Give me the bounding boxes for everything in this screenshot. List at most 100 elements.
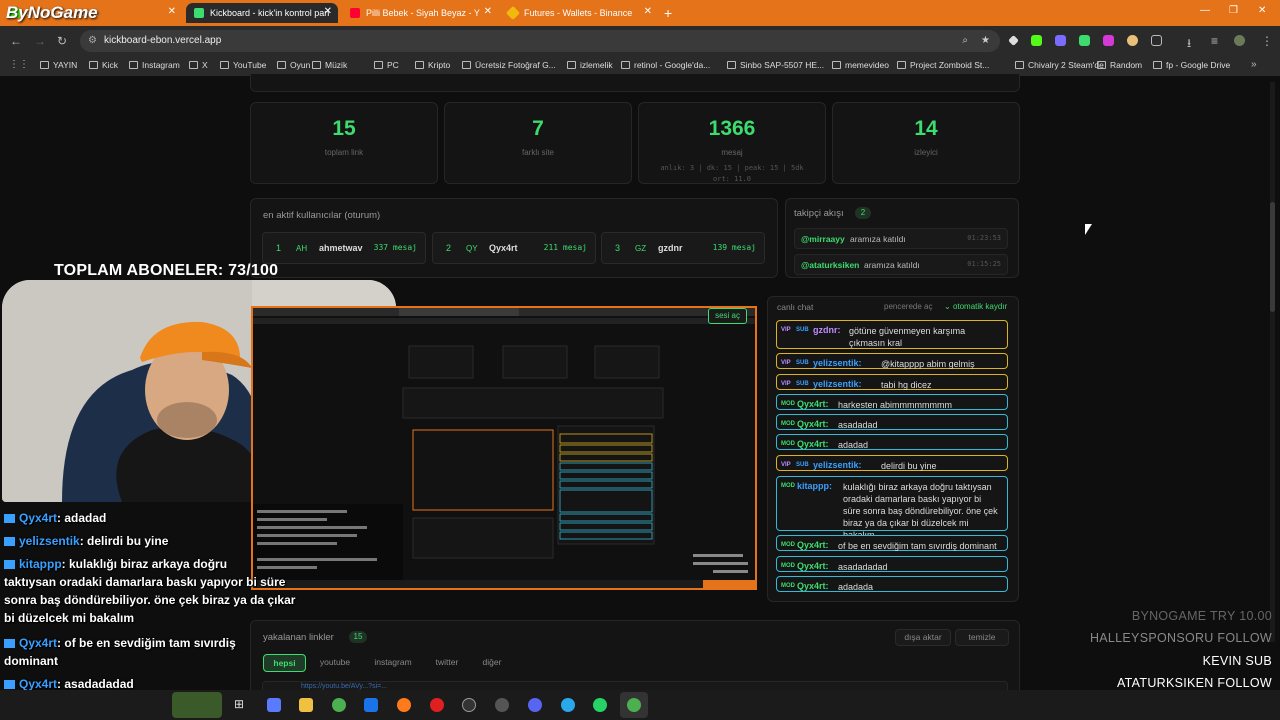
filter-all[interactable]: hepsi [263,654,306,672]
youtube-icon [350,8,360,18]
overlay-chat-text: : asadadadad [57,677,134,691]
url-bar[interactable]: ⚙ kickboard-ebon.vercel.app ⌕ ★ [80,30,1000,52]
unmute-badge[interactable]: sesi aç [708,308,747,324]
bookmark-item[interactable]: X [189,60,208,70]
mail-icon[interactable] [364,698,378,712]
bookmark-item[interactable]: Sinbo SAP-5507 HE... [727,60,824,70]
media-icon[interactable]: ≡ [1211,34,1218,48]
extension-icon[interactable] [1055,35,1066,46]
autoscroll-toggle[interactable]: ⌄ otomatik kaydır [944,302,1007,311]
more-bookmarks-icon[interactable]: » [1251,59,1257,70]
bookmark-item[interactable]: YouTube [220,60,266,70]
bookmark-item[interactable]: Kripto [415,60,450,70]
follower-feed-title: takipçi akışı [794,208,844,219]
follower-event: aramıza katıldı [850,234,906,244]
reload-icon[interactable]: ↻ [57,34,67,48]
minimize-icon[interactable]: — [1200,5,1210,16]
filter-instagram[interactable]: instagram [366,654,420,672]
task-view-icon[interactable]: ⊞ [234,697,244,711]
bookmark-item[interactable]: Chivalry 2 Steam'de [1015,60,1104,70]
chat-username[interactable]: Qyx4rt: [797,540,829,550]
filter-youtube[interactable]: youtube [310,654,360,672]
apps-icon[interactable]: ⋮⋮ [9,59,29,70]
window-close-icon[interactable]: ✕ [1258,5,1266,16]
maximize-icon[interactable]: ❐ [1229,5,1238,16]
telegram-icon[interactable] [561,698,575,712]
folder-icon[interactable] [299,698,313,712]
bookmark-item[interactable]: Müzik [312,60,347,70]
steam-icon[interactable] [495,698,509,712]
avatar[interactable] [1234,35,1245,46]
export-button[interactable]: dışa aktar [895,629,951,646]
copilot-icon[interactable] [267,698,281,712]
bookmark-item[interactable]: Instagram [129,60,180,70]
bookmark-item[interactable]: Ücretsiz Fotoğraf G... [462,60,556,70]
bookmark-item[interactable]: fp - Google Drive [1153,60,1230,70]
bookmark-item[interactable]: PC [374,60,399,70]
filter-other[interactable]: diğer [474,654,510,672]
chat-username[interactable]: Qyx4rt: [797,399,829,409]
obs-icon[interactable] [462,698,476,712]
filter-twitter[interactable]: twitter [426,654,468,672]
menu-icon[interactable]: ⋮ [1261,34,1273,48]
stream-preview[interactable]: sesi aç [251,306,757,590]
bookmark-item[interactable]: YAYIN [40,60,77,70]
close-icon[interactable]: ✕ [168,6,176,17]
bookmark-item[interactable]: Random [1097,60,1142,70]
popout-button[interactable]: pencerede aç [884,302,932,311]
bookmark-item[interactable]: retinol - Google'da... [621,60,710,70]
chat-username[interactable]: Qyx4rt: [797,561,829,571]
chrome-icon[interactable] [627,698,641,712]
overlay-chat-user: Qyx4rt [19,677,58,691]
user-rank: 2 [446,243,452,253]
extension-icon[interactable] [1008,35,1019,46]
scrollbar-thumb[interactable] [1270,202,1275,312]
extension-icon[interactable] [1079,35,1090,46]
page-scrollbar[interactable] [1270,82,1275,642]
bookmark-star-icon[interactable]: ★ [981,30,990,52]
top-user-item[interactable]: 3 GZ gzdnr 139 mesaj [601,232,765,264]
bookmark-item[interactable]: izlemelik [567,60,613,70]
top-user-item[interactable]: 2 QY Qyx4rt 211 mesaj [432,232,596,264]
chat-username[interactable]: yelizsentik: [813,460,862,470]
firefox-icon[interactable] [397,698,411,712]
puzzle-icon[interactable] [1151,35,1162,46]
tab-binance[interactable]: Futures - Wallets - Binance ✕ [500,3,658,23]
chat-username[interactable]: Qyx4rt: [797,439,829,449]
tab-kickboard[interactable]: Kickboard - kick'in kontrol pan ✕ [186,3,338,23]
bookmark-item[interactable]: Oyun [277,60,310,70]
bookmark-item[interactable]: Project Zomboid St... [897,60,989,70]
chat-username[interactable]: Qyx4rt: [797,419,829,429]
zoom-icon[interactable]: ⌕ [962,30,968,52]
folder-icon [277,61,286,69]
bookmark-item[interactable]: Kick [89,60,118,70]
tab-youtube[interactable]: Pilli Bebek - Siyah Beyaz - Y ✕ [342,3,498,23]
close-icon[interactable]: ✕ [644,6,652,17]
chrome-icon[interactable] [332,698,346,712]
bookmark-label: retinol - Google'da... [634,60,711,70]
back-icon[interactable]: ← [10,34,22,48]
extension-icon[interactable] [1103,35,1114,46]
chat-text: asadadadad [838,562,888,572]
forward-icon[interactable]: → [34,34,46,48]
chat-username[interactable]: kitappp: [797,481,832,491]
new-tab-button[interactable]: + [664,5,672,21]
discord-icon[interactable] [528,698,542,712]
clear-button[interactable]: temizle [955,629,1009,646]
extension-icon[interactable] [1031,35,1042,46]
chat-username[interactable]: Qyx4rt: [797,581,829,591]
user-name: ahmetwav [319,243,363,253]
chat-username[interactable]: yelizsentik: [813,358,862,368]
bookmark-item[interactable]: memevideo [832,60,889,70]
site-info-icon[interactable]: ⚙ [88,30,97,52]
game-icon[interactable] [172,692,222,718]
chat-username[interactable]: gzdnr: [813,325,841,335]
whatsapp-icon[interactable] [593,698,607,712]
close-icon[interactable]: ✕ [484,6,492,17]
download-icon[interactable]: ⭳ [1187,34,1191,55]
extension-icon[interactable] [1127,35,1138,46]
close-icon[interactable]: ✕ [324,6,332,17]
chat-username[interactable]: yelizsentik: [813,379,862,389]
top-user-item[interactable]: 1 AH ahmetwav 337 mesaj [262,232,426,264]
opera-icon[interactable] [430,698,444,712]
